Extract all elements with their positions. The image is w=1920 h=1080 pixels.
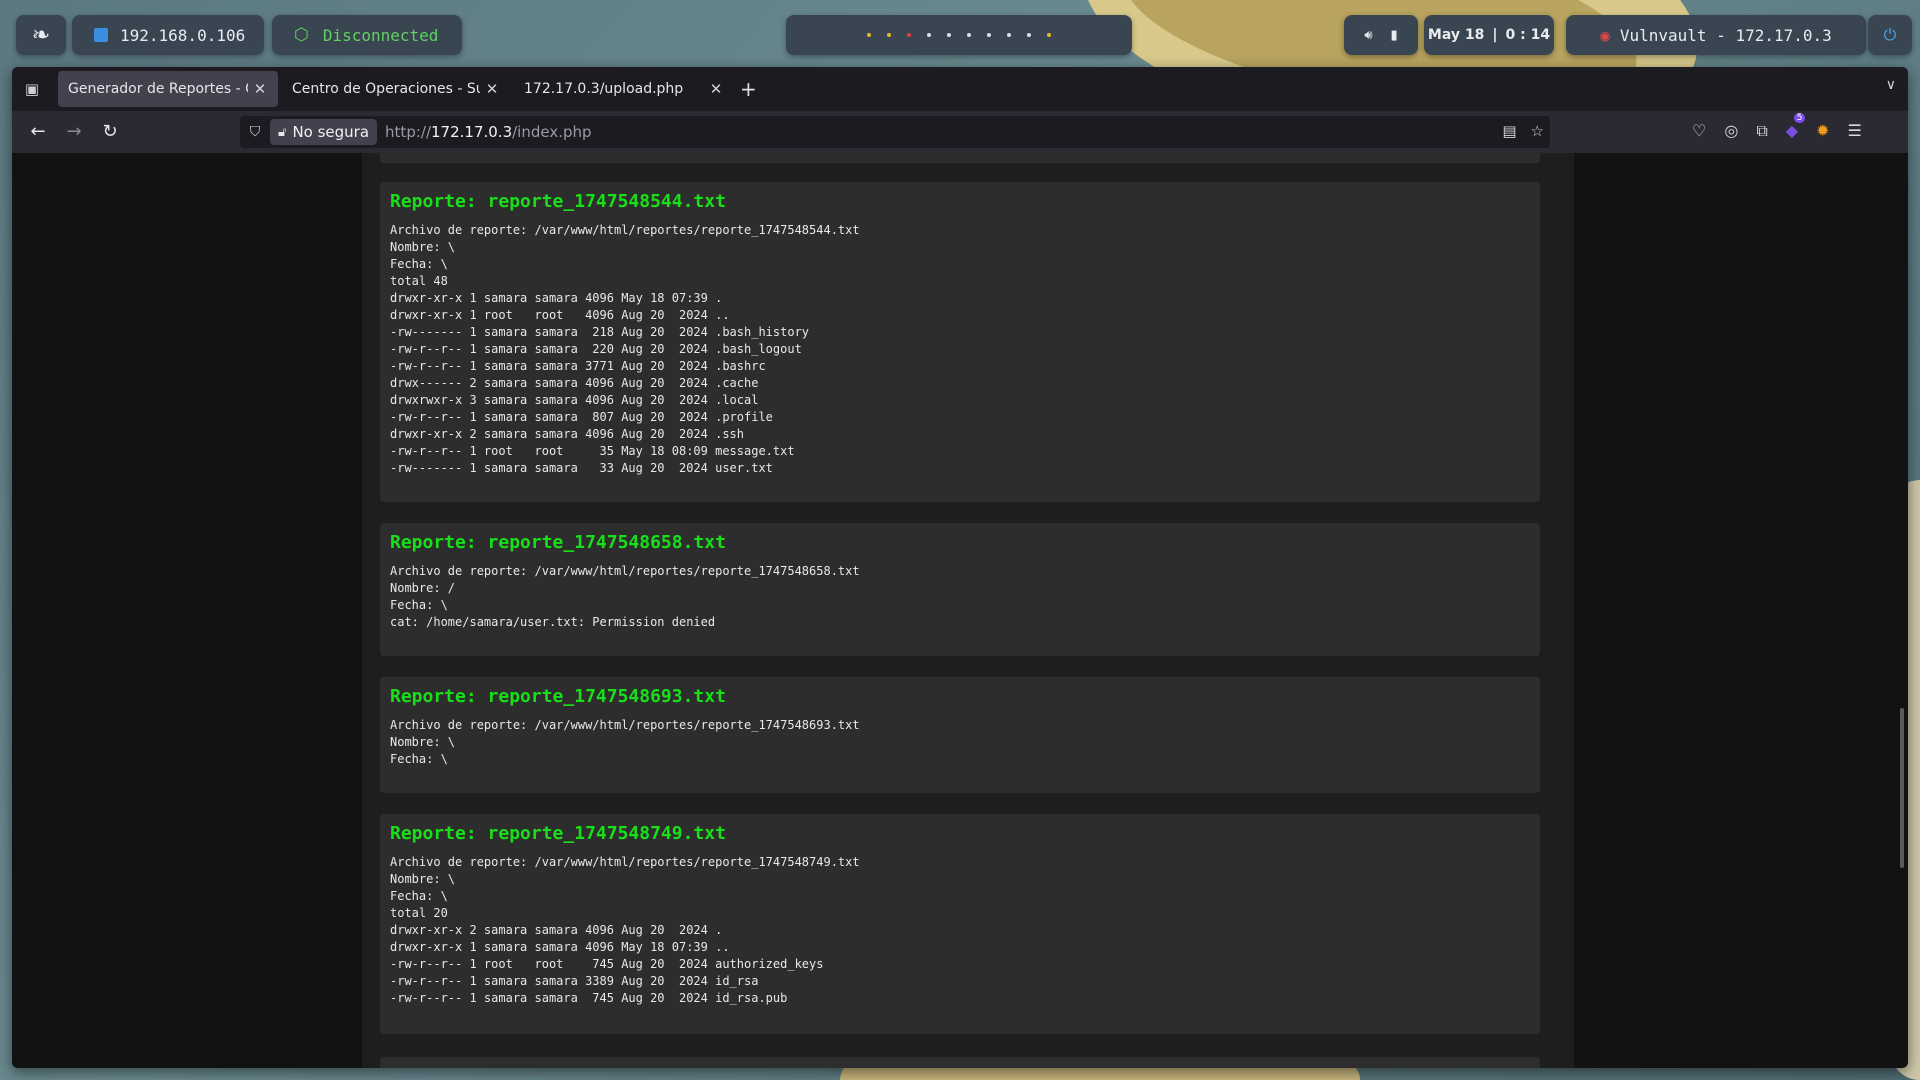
reader-view-icon[interactable]: ▤: [1502, 122, 1516, 140]
report-card: Reporte: reporte_1747548749.txt Archivo …: [380, 814, 1540, 1034]
back-arrow-icon[interactable]: ←: [26, 121, 50, 142]
time-text: 0 : 14: [1505, 27, 1551, 43]
security-label: No segura: [292, 123, 370, 141]
shield-icon[interactable]: ⛉: [240, 124, 270, 140]
date-separator: |: [1492, 27, 1498, 43]
url-text[interactable]: http://172.17.0.3/index.php: [385, 123, 591, 141]
report-title: Reporte: reporte_1747548544.txt: [390, 191, 726, 212]
tab-reportes[interactable]: Generador de Reportes - Cei ✕: [58, 71, 278, 107]
power-button[interactable]: ⏻: [1868, 15, 1912, 55]
workspace-dot[interactable]: [1047, 33, 1051, 37]
report-body: Archivo de reporte: /var/www/html/report…: [390, 855, 860, 1005]
navigation-bar: ← → ↻ ⛉ 🔓︎ No segura http://172.17.0.3/i…: [12, 111, 1908, 153]
target-text: Vulnvault - 172.17.0.3: [1619, 25, 1832, 45]
report-card: Reporte: reporte_1747548658.txt Archivo …: [380, 523, 1540, 656]
clock[interactable]: May 18 | 0 : 14: [1424, 15, 1554, 55]
report-title: Reporte: reporte_1747548658.txt: [390, 532, 726, 553]
pocket-icon[interactable]: ♡: [1692, 121, 1706, 141]
battery-icon[interactable]: ▮: [1391, 28, 1398, 43]
extensions-icon[interactable]: ⧉: [1756, 121, 1767, 141]
tab-bar: ▣ Generador de Reportes - Cei ✕ Centro d…: [12, 67, 1908, 111]
toolbar-icons: ♡ ◎ ⧉ ◆ 5 ✹ ☰: [1692, 113, 1862, 141]
report-title: Reporte: reporte_1747548749.txt: [390, 823, 726, 844]
tab-upload[interactable]: 172.17.0.3/upload.php ✕: [514, 71, 734, 107]
extension-fox-icon[interactable]: ✹: [1816, 121, 1829, 141]
broken-lock-icon: 🔓︎: [278, 124, 287, 140]
extension-icon[interactable]: ◆ 5: [1786, 113, 1806, 141]
report-card: Reporte: reporte_1747548693.txt Archivo …: [380, 677, 1540, 793]
date-text: May 18: [1427, 27, 1485, 43]
bookmark-star-icon[interactable]: ☆: [1531, 122, 1544, 140]
report-card-partial: [380, 1057, 1540, 1068]
new-tab-icon[interactable]: +: [740, 77, 757, 101]
ip-address: 192.168.0.106: [120, 25, 246, 45]
url-host: 172.17.0.3: [431, 123, 513, 141]
chevron-down-icon[interactable]: ∨: [1886, 77, 1896, 93]
workspace-switcher[interactable]: [786, 15, 1132, 55]
power-icon: ⏻: [1883, 25, 1897, 44]
workspace-dot[interactable]: [1027, 33, 1031, 37]
workspace-dot[interactable]: [1007, 33, 1011, 37]
tab-title: Centro de Operaciones - Sul: [292, 81, 480, 97]
tab-list-icon[interactable]: ▣: [22, 79, 42, 99]
site-security-indicator[interactable]: 🔓︎ No segura: [270, 119, 378, 145]
report-title: Reporte: reporte_1747548693.txt: [390, 686, 726, 707]
workspace-dot[interactable]: [867, 33, 871, 37]
page-content: Reporte: reporte_1747548544.txt Archivo …: [12, 153, 1908, 1068]
scrollbar-thumb[interactable]: [1900, 708, 1904, 868]
launcher-button[interactable]: ❧: [16, 15, 66, 55]
report-body: Archivo de reporte: /var/www/html/report…: [390, 564, 860, 629]
network-icon: [94, 28, 108, 42]
url-protocol: http://: [385, 123, 431, 141]
account-icon[interactable]: ◎: [1724, 121, 1738, 141]
kali-dragon-icon: ❧: [31, 22, 51, 48]
tab-operaciones[interactable]: Centro de Operaciones - Sul ✕: [282, 71, 510, 107]
forward-arrow-icon[interactable]: →: [62, 121, 86, 142]
workspace-dot[interactable]: [967, 33, 971, 37]
ip-indicator[interactable]: 192.168.0.106: [72, 15, 264, 55]
workspace-dot[interactable]: [887, 33, 891, 37]
system-tray[interactable]: 🔊︎ ▮: [1344, 15, 1418, 55]
report-card: Reporte: reporte_1747548544.txt Archivo …: [380, 182, 1540, 502]
report-body: Archivo de reporte: /var/www/html/report…: [390, 718, 860, 766]
vpn-indicator[interactable]: ⬡ Disconnected: [272, 15, 462, 55]
url-path: /index.php: [512, 123, 592, 141]
workspace-dot[interactable]: [907, 33, 911, 37]
extension-badge: 5: [1793, 113, 1806, 123]
close-tab-icon[interactable]: ✕: [484, 80, 500, 98]
target-icon: ◉: [1600, 25, 1610, 45]
tab-title: Generador de Reportes - Cei: [68, 81, 248, 97]
tab-title: 172.17.0.3/upload.php: [524, 81, 684, 97]
volume-icon[interactable]: 🔊︎: [1364, 28, 1372, 43]
report-card-partial: [380, 153, 1540, 163]
workspace-dot[interactable]: [927, 33, 931, 37]
target-indicator[interactable]: ◉ Vulnvault - 172.17.0.3: [1566, 15, 1866, 55]
reload-icon[interactable]: ↻: [98, 121, 122, 142]
workspace-dot[interactable]: [947, 33, 951, 37]
address-bar[interactable]: ⛉ 🔓︎ No segura http://172.17.0.3/index.p…: [240, 116, 1550, 148]
report-body: Archivo de reporte: /var/www/html/report…: [390, 223, 860, 475]
vpn-cube-icon: ⬡: [294, 25, 309, 45]
close-tab-icon[interactable]: ✕: [708, 80, 724, 98]
browser-window: ▣ Generador de Reportes - Cei ✕ Centro d…: [12, 67, 1908, 1068]
workspace-dot[interactable]: [987, 33, 991, 37]
menu-hamburger-icon[interactable]: ☰: [1847, 121, 1861, 141]
vpn-status: Disconnected: [322, 25, 439, 45]
close-tab-icon[interactable]: ✕: [252, 80, 268, 98]
